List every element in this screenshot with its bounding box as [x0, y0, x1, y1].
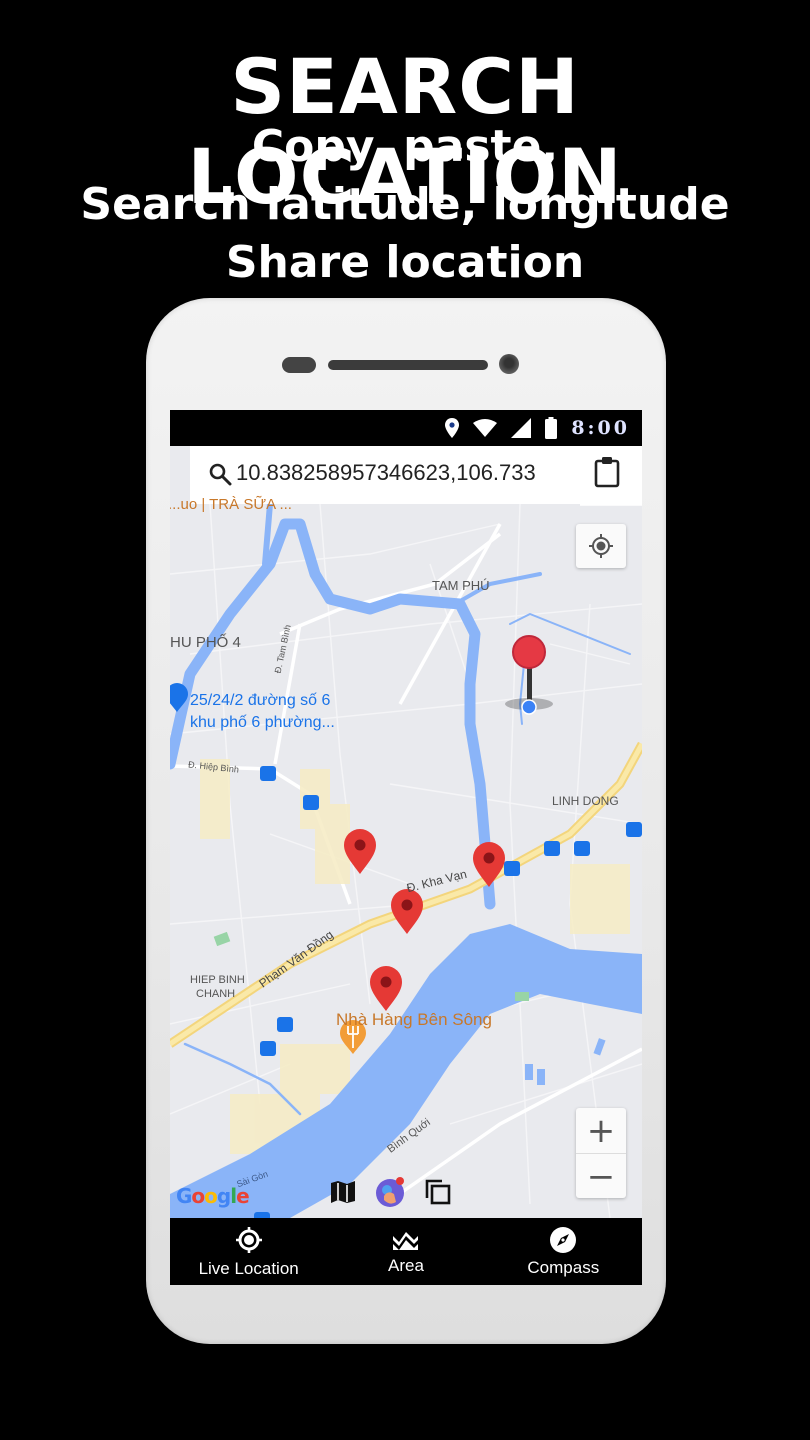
map-label-hiep-binh-chanh-2: CHANH	[196, 988, 236, 1000]
promo-line-2: Search latitude, longitude	[80, 179, 730, 230]
google-logo: Google	[176, 1184, 250, 1208]
nav-compass[interactable]: Compass	[485, 1218, 642, 1285]
phone-camera	[499, 354, 519, 374]
location-icon	[445, 418, 460, 438]
map-view[interactable]: ...uo | TRÀ SỮA ... TAM PHÚ HU PHỐ 4 25/…	[170, 496, 642, 1218]
map-label-address-1: 25/24/2 đường số 6	[190, 692, 331, 709]
clipboard-icon[interactable]	[594, 456, 620, 488]
nav-compass-label: Compass	[527, 1257, 600, 1277]
copy-icon[interactable]	[424, 1178, 452, 1206]
map-label-address-2: khu phố 6 phường...	[190, 714, 335, 731]
map-type-icon[interactable]	[330, 1180, 356, 1204]
bottom-nav: Live Location Area Compass	[170, 1218, 642, 1285]
promo-line-1: Copy, paste,	[251, 121, 559, 172]
map-label-restaurant[interactable]: Nhà Hàng Bên Sông	[336, 1010, 492, 1030]
phone-sensor	[282, 357, 316, 373]
map-label-top: ...uo | TRÀ SỮA ...	[170, 496, 292, 513]
signal-icon	[511, 418, 532, 438]
map-canvas[interactable]	[170, 504, 642, 1218]
status-time: 8:00	[571, 417, 630, 439]
location-pin-head	[512, 635, 546, 669]
crosshair-icon	[235, 1226, 262, 1253]
map-label-khu-pho-4: HU PHỐ 4	[170, 634, 241, 651]
app-screen: 8:00 10.838258957346623,106.733 ...uo | …	[170, 410, 642, 1285]
compass-icon	[550, 1226, 577, 1253]
nav-live-location-label: Live Location	[198, 1258, 299, 1278]
nav-area[interactable]: Area	[327, 1218, 484, 1285]
map-label-tam-phu: TAM PHÚ	[432, 578, 490, 593]
search-icon[interactable]	[208, 462, 232, 486]
battery-icon	[545, 417, 558, 439]
crosshair-icon	[589, 534, 613, 558]
promo-line-3: Share location	[225, 237, 585, 288]
zoom-controls: + −	[576, 1108, 626, 1198]
park-area	[515, 992, 529, 1001]
current-location-dot	[521, 699, 537, 715]
map-label-hiep-binh-chanh-1: HIEP BINH	[190, 974, 245, 986]
wifi-icon	[473, 419, 498, 437]
nav-area-label: Area	[388, 1255, 424, 1275]
map-label-linh-dong: LINH DONG	[552, 794, 619, 808]
phone-speaker	[328, 360, 488, 370]
zoom-in-button[interactable]: +	[576, 1108, 626, 1153]
status-bar: 8:00	[170, 410, 642, 446]
search-input[interactable]: 10.838258957346623,106.733	[236, 460, 556, 486]
nav-live-location[interactable]: Live Location	[170, 1218, 327, 1285]
gesture-help-icon[interactable]	[374, 1176, 406, 1208]
zoom-out-button[interactable]: −	[576, 1153, 626, 1199]
map-tools	[330, 1176, 452, 1208]
my-location-button[interactable]	[576, 524, 626, 568]
area-icon	[392, 1231, 418, 1250]
